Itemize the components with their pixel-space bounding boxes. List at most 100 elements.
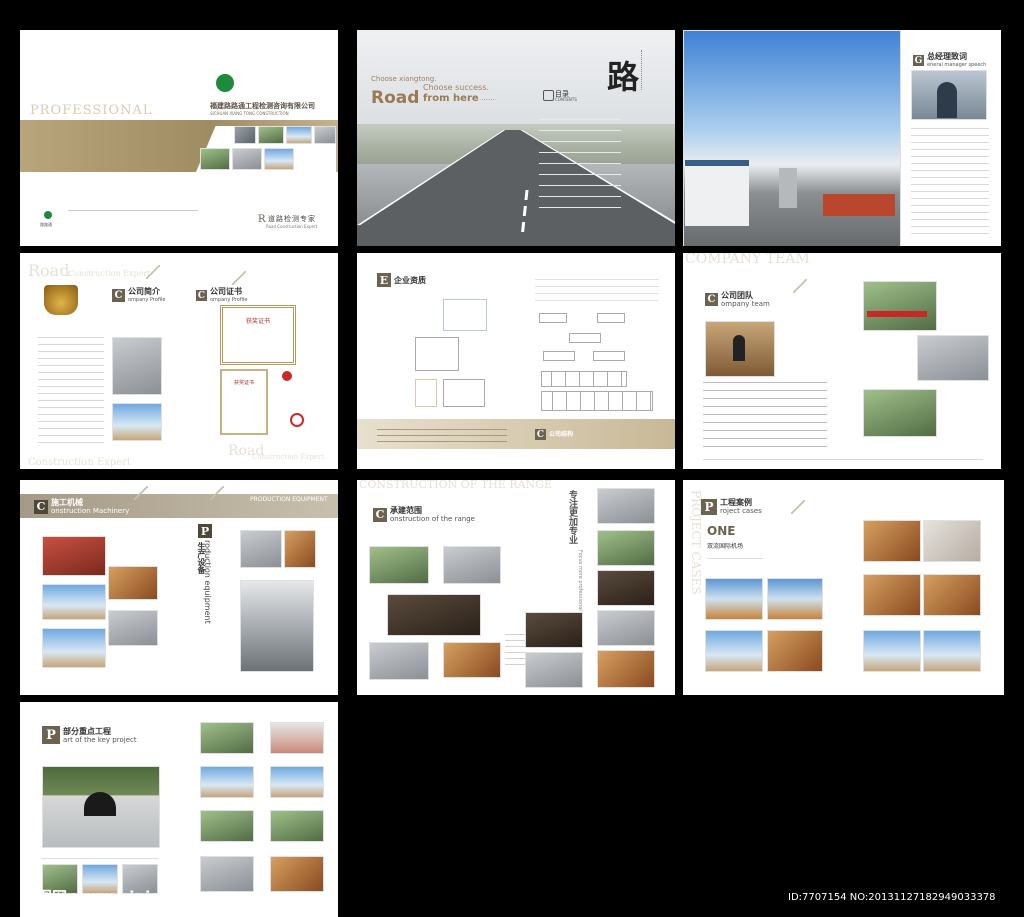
- key-title: 部分重点工程: [63, 726, 111, 736]
- qualification-doc: [415, 337, 459, 371]
- calligraphy-road: 路: [607, 58, 640, 96]
- gm-person: [937, 82, 957, 118]
- cases-page: PROJECT CASES P 工程案例 roject cases ONE 双流…: [683, 480, 1004, 695]
- gm-plant: [779, 168, 797, 208]
- tagline-2: Choose success.: [423, 83, 489, 92]
- deco-diagonal: [793, 279, 807, 293]
- key-photo: [270, 856, 324, 892]
- range-photo: [443, 546, 501, 584]
- case-photo: [923, 630, 981, 672]
- range-letter: C: [373, 507, 387, 522]
- org-top: [539, 313, 567, 323]
- enterprise-title: 企业资质: [394, 275, 426, 285]
- org-mid: [543, 351, 575, 361]
- cert-title: 公司证书: [210, 287, 242, 296]
- qualification-doc: [415, 379, 437, 407]
- gm-plant2: [823, 194, 895, 216]
- range-photo: [597, 650, 655, 688]
- slogan-en: Road Construction Expert: [266, 224, 318, 229]
- deco-diagonal: [232, 271, 246, 285]
- org-mid: [569, 333, 601, 343]
- range-photo: [597, 530, 655, 566]
- toc-icon: [543, 90, 554, 101]
- cases-header: P 工程案例 roject cases: [701, 498, 762, 515]
- team-title-en: ompany team: [721, 300, 770, 308]
- deco-diagonal: [146, 265, 160, 279]
- range-photo: [597, 610, 655, 646]
- ghost-road: Road: [28, 261, 70, 280]
- case-photo: [923, 520, 981, 562]
- case-photo: [863, 520, 921, 562]
- key-photo: [200, 722, 254, 754]
- gm-speech-page: G 总经理致词 eneral manager speech: [683, 30, 1001, 246]
- cover-thumb: [234, 126, 256, 144]
- case-photo: [767, 578, 823, 620]
- key-letter: P: [42, 726, 60, 744]
- qualification-doc: [443, 379, 485, 407]
- team-letter: C: [705, 293, 718, 306]
- brand-small: 路路通: [40, 222, 52, 227]
- cases-note: [707, 550, 763, 559]
- key-photo: [270, 722, 324, 754]
- production-title-en: roduction equipment: [203, 540, 212, 624]
- gm-speech-text: [911, 124, 989, 234]
- band-text: PROFESSIONAL: [30, 103, 153, 118]
- deco-diagonal: [210, 486, 224, 500]
- cases-subtitle: 双流国际机场: [707, 543, 744, 550]
- toc-title-en: CONTENTS: [555, 97, 577, 102]
- cover-thumb: [314, 126, 336, 144]
- range-photo: [597, 570, 655, 606]
- profile-title-en: ompany Profile: [128, 297, 166, 303]
- machine-loader-photo: [108, 566, 158, 600]
- key-title-en: art of the key project: [63, 735, 137, 744]
- range-title-en: onstruction of the range: [390, 515, 475, 523]
- machine-truck-photo: [42, 536, 106, 576]
- team-office-photo: [863, 389, 937, 437]
- gm-title-en: eneral manager speech: [927, 62, 987, 68]
- case-photo: [863, 574, 921, 616]
- tagline-road: Road: [371, 88, 420, 108]
- red-seal-2: [290, 413, 304, 427]
- team-text: [703, 377, 827, 447]
- key-photo: [270, 766, 324, 798]
- range-title: 承建范围: [390, 506, 422, 515]
- range-photo: [525, 612, 583, 648]
- cover-thumb: [258, 126, 284, 144]
- machinery-letter: C: [34, 499, 48, 514]
- profile-title: 公司简介: [128, 287, 160, 296]
- machinery-header: C 施工机械 onstruction Machinery: [34, 498, 129, 515]
- range-photo: [369, 546, 429, 584]
- team-footer-line: [703, 459, 983, 460]
- company-name-en: SICHUAN XIANG TONG CONSTRUCTION: [210, 111, 289, 116]
- range-photo: [525, 652, 583, 688]
- plant-photo: [112, 337, 162, 395]
- cover-page: 福建路路通工程检测咨询有限公司 SICHUAN XIANG TONG CONST…: [20, 30, 338, 246]
- key-photo: [270, 810, 324, 842]
- deco-diagonal: [134, 486, 148, 500]
- gm-header: G 总经理致词 eneral manager speech: [913, 52, 986, 69]
- gm-building: [685, 160, 749, 226]
- range-vertical-cn: 专注更加专业: [567, 490, 577, 544]
- range-header: C 承建范围 onstruction of the range: [373, 506, 475, 523]
- bronze-vessel: [44, 285, 78, 315]
- range-photo: [369, 642, 429, 680]
- cases-title: 工程案例: [720, 498, 752, 507]
- key-project-page: P 部分重点工程 art of the key project: [20, 702, 338, 917]
- tagline-dots: ……: [481, 94, 495, 102]
- cover-thumb: [232, 148, 262, 170]
- leader-figure: [733, 335, 745, 361]
- contents-page: Choose xiangtong. Choose success. Road f…: [357, 30, 675, 246]
- qualification-doc: [443, 299, 487, 331]
- cover-thumb: [286, 126, 312, 144]
- cert-header: C 公司证书 ompany Profile: [196, 287, 247, 304]
- key-photo: [200, 856, 254, 892]
- ghost-range: CONSTRUCTION OF THE RANGE: [359, 480, 552, 491]
- case-photo: [705, 630, 763, 672]
- cover-thumb: [264, 148, 294, 170]
- range-vertical-en: Focus more professional: [577, 550, 583, 611]
- team-site-photo: [917, 335, 989, 381]
- asphalt-plant-photo: [240, 580, 314, 672]
- slogan-cn: 道路检测专家: [268, 215, 316, 223]
- org-letter: C: [535, 429, 546, 440]
- profile-text: [38, 333, 104, 443]
